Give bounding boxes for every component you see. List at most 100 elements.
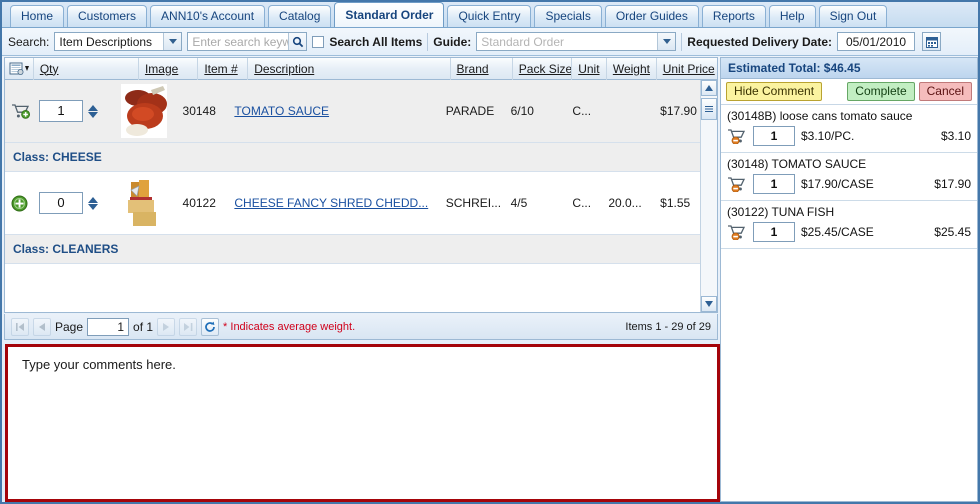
grid-column-label: Unit Price [662, 61, 715, 76]
product-thumbnail[interactable] [120, 84, 167, 138]
add-circle-icon[interactable] [11, 194, 31, 212]
stepper-up-icon[interactable] [88, 196, 98, 203]
search-icon[interactable] [288, 33, 307, 50]
cart-line-unit-price: $17.90/CASE [801, 177, 874, 191]
grid-class-label: Class: CHEESE [13, 150, 102, 164]
row-description-link[interactable]: CHEESE FANCY SHRED CHEDD... [234, 196, 428, 210]
page-number-input[interactable]: 1 [87, 317, 130, 336]
next-page-icon[interactable] [157, 317, 176, 336]
tab-ann10-s-account[interactable]: ANN10's Account [150, 5, 266, 27]
grid-column-label: Qty [39, 61, 59, 76]
cart-line-detail: 1 $25.45/CASE $25.45 [727, 222, 971, 242]
cart-line-item: (30148) TOMATO SAUCE 1 $17.90/CASE $17.90 [721, 153, 977, 201]
tab-order-guides[interactable]: Order Guides [604, 5, 699, 27]
remove-from-cart-icon[interactable] [727, 176, 747, 193]
tab-label: Order Guides [615, 9, 688, 23]
refresh-icon[interactable] [201, 317, 220, 336]
grid-class-group-header: Class: CHEESE [5, 143, 717, 172]
tab-home[interactable]: Home [10, 5, 65, 27]
grid-class-group-header: Class: CLEANERS [5, 235, 717, 264]
tab-label: Help [779, 9, 805, 23]
guide-select[interactable]: Standard Order [476, 32, 677, 51]
tab-help[interactable]: Help [768, 5, 816, 27]
grid-column-header[interactable]: Weight [607, 58, 657, 80]
row-quantity-input[interactable]: 1 [39, 100, 83, 122]
grid-column-header[interactable]: Pack Size [513, 58, 573, 80]
row-item-number-cell: 30148 [177, 104, 229, 118]
grid-settings-icon[interactable] [5, 58, 34, 80]
row-brand: SCHREI... [445, 196, 502, 210]
row-quantity-input[interactable]: 0 [39, 192, 83, 214]
tab-standard-order[interactable]: Standard Order [334, 2, 445, 27]
item-grid-rows: 1 30148 TOMATO SAUCE PARADE 6/10 C... $17.90 Cl… [5, 80, 717, 312]
prev-page-icon[interactable] [33, 317, 51, 336]
table-row: 0 40122 CHEESE FANCY SHRED CHEDD... SCHREI.… [5, 172, 717, 235]
quantity-stepper[interactable] [88, 196, 98, 210]
scroll-thumb-icon[interactable] [701, 98, 717, 120]
grid-column-header[interactable]: Description [248, 58, 451, 80]
complete-order-button[interactable]: Complete [847, 82, 915, 101]
row-qty-cell: 0 [5, 192, 115, 214]
remove-from-cart-icon[interactable] [727, 128, 747, 145]
row-brand: PARADE [445, 104, 495, 118]
tab-sign-out[interactable]: Sign Out [818, 5, 888, 27]
scroll-down-icon[interactable] [701, 296, 717, 312]
cart-line-name: (30122) TUNA FISH [727, 205, 835, 219]
average-weight-note: * Indicates average weight. [223, 320, 356, 333]
guide-label: Guide: [433, 34, 472, 49]
grid-column-header[interactable]: Item # [198, 58, 249, 80]
item-grid: Qty Image Item # Description Brand Pack Size U… [4, 57, 718, 313]
search-input[interactable]: Enter search keyw [187, 32, 308, 51]
cart-line-quantity-input[interactable]: 1 [753, 222, 795, 242]
page-label: Page [55, 319, 84, 334]
search-all-items-checkbox[interactable] [312, 35, 325, 48]
stepper-down-icon[interactable] [88, 111, 98, 118]
cart-line-quantity-input[interactable]: 1 [753, 174, 795, 194]
tab-specials[interactable]: Specials [534, 5, 602, 27]
tab-customers[interactable]: Customers [67, 5, 148, 27]
scroll-up-icon[interactable] [701, 80, 717, 96]
row-description-link[interactable]: TOMATO SAUCE [234, 104, 329, 118]
row-pack-size-cell: 6/10 [505, 104, 567, 118]
grid-column-header[interactable]: Qty [34, 58, 139, 80]
tab-label: Specials [545, 9, 591, 23]
chevron-down-icon[interactable] [657, 33, 676, 50]
add-to-cart-icon[interactable] [11, 102, 31, 120]
tab-reports[interactable]: Reports [701, 5, 766, 27]
row-brand-cell: SCHREI... [440, 196, 505, 210]
cart-line-quantity-input[interactable]: 1 [753, 126, 795, 146]
tab-catalog[interactable]: Catalog [268, 5, 332, 27]
last-page-icon[interactable] [179, 317, 198, 336]
grid-column-header[interactable]: Image [139, 58, 199, 80]
order-cart-panel: Estimated Total: $46.45 Hide Comment Com… [720, 57, 978, 502]
delivery-date-input[interactable]: 05/01/2010 [837, 32, 916, 51]
first-page-icon[interactable] [11, 317, 29, 336]
hide-comment-button[interactable]: Hide Comment [726, 82, 823, 101]
grid-scrollbar[interactable] [700, 80, 717, 312]
cart-line-unit-price: $25.45/CASE [801, 225, 874, 239]
grid-column-header[interactable]: Unit [572, 58, 607, 80]
grid-column-label: Weight [612, 61, 650, 76]
search-type-select[interactable]: Item Descriptions [54, 32, 183, 51]
remove-from-cart-icon[interactable] [727, 224, 747, 241]
chevron-down-icon[interactable] [163, 33, 182, 50]
tab-quick-entry[interactable]: Quick Entry [447, 5, 532, 27]
row-pack-size: 6/10 [510, 104, 534, 118]
tab-label: Sign Out [829, 9, 877, 23]
cart-line-item: (30148B) loose cans tomato sauce 1 $3.10/P… [721, 105, 977, 153]
calendar-icon[interactable] [922, 32, 942, 51]
grid-column-header[interactable]: Unit Price [657, 58, 717, 80]
product-thumbnail[interactable] [120, 176, 167, 230]
search-type-value: Item Descriptions [59, 34, 153, 49]
stepper-up-icon[interactable] [88, 104, 98, 111]
order-comment-textarea[interactable]: Type your comments here. [5, 344, 720, 502]
stepper-down-icon[interactable] [88, 203, 98, 210]
quantity-stepper[interactable] [88, 104, 98, 118]
cart-line-extended-price: $25.45 [934, 225, 971, 239]
grid-class-label: Class: CLEANERS [13, 242, 119, 256]
grid-column-header[interactable]: Brand [451, 58, 513, 80]
cancel-order-button[interactable]: Cancel [918, 82, 972, 101]
grid-column-label: Item # [204, 61, 238, 76]
estimated-total-label: Estimated Total: $46.45 [721, 58, 977, 79]
toolbar-divider [427, 32, 429, 51]
